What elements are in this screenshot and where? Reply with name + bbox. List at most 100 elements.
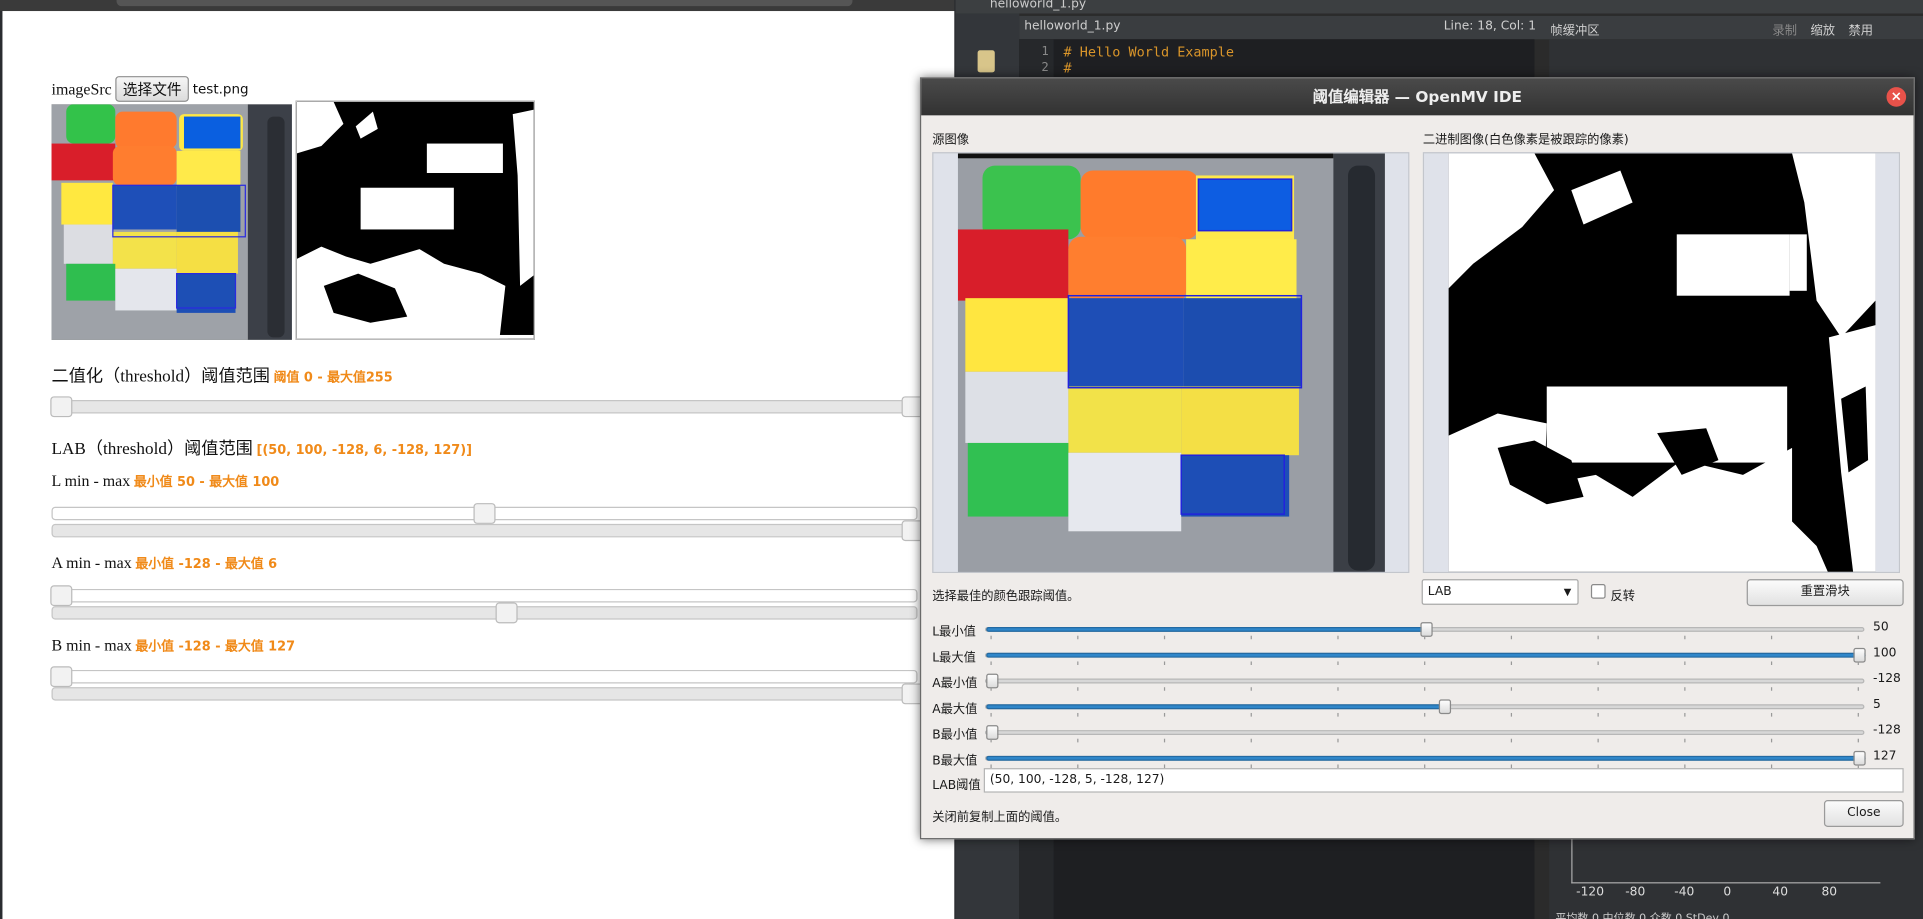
ide-editor-toolbar: helloworld_1.py Line: 18, Col: 1 帧缓冲区 录制… [1019,15,1923,40]
instruction-text: 选择最佳的颜色跟踪阈值。 [932,590,1080,604]
binary-mask-image [296,101,534,339]
reset-sliders-button[interactable]: 重置滑块 [1746,579,1904,607]
b-min-handle[interactable] [50,666,73,688]
threshold-slider-1[interactable] [984,647,1866,663]
binary-threshold-hint: 阈值 0 - 最大值255 [273,370,393,386]
ide-tab-file[interactable]: helloworld_1.py [990,0,1086,11]
slider-label-1: L最大值 [932,651,976,666]
binary-threshold-slider[interactable] [50,396,924,418]
b-min-slider[interactable] [50,666,918,688]
slider-label-4: B最小值 [932,728,978,743]
open-file-icon[interactable] [977,50,995,73]
l-min-slider[interactable] [51,503,918,524]
threshold-slider-3[interactable] [984,699,1865,715]
record-button[interactable]: 录制 [1772,20,1797,38]
slider-label-5: B最大值 [932,754,978,769]
slider-ticks-0 [990,635,1859,640]
dialog-source-image [933,153,1409,572]
histogram-tick-1: -80 [1625,885,1646,900]
slider-value-2: -128 [1873,672,1901,686]
b-range-heading: B min - max 最小值 -128 - 最大值 127 [52,636,296,656]
threshold-slider-2[interactable] [984,673,1865,689]
binary-image-panel [1422,152,1901,574]
histogram-tick-5: 80 [1821,885,1838,900]
l-range-title: L min - max [51,471,131,490]
l-min-handle[interactable] [473,503,496,524]
dialog-binary-image [1424,153,1899,572]
slider-value-4: -128 [1873,723,1901,738]
slider-fill-1 [986,652,1866,658]
source-image-preview [51,104,292,340]
lab-threshold-field[interactable]: (50, 100, -128, 5, -128, 127) [983,768,1904,793]
threshold-web-page: imageSrc 选择文件 test.png 二值化（threshold）阈值范… [2,11,955,919]
chevron-down-icon: ▼ [1563,586,1572,598]
binary-image-preview [295,100,535,340]
image-source-row: imageSrc 选择文件 test.png [52,76,249,102]
source-image-label: 源图像 [932,133,970,148]
slider-value-0: 50 [1873,620,1889,635]
lab-threshold-title: LAB（threshold）阈值范围 [51,440,253,459]
histogram-tick-2: -40 [1674,885,1695,900]
histogram-plot [1571,836,1881,884]
close-button[interactable]: Close [1823,800,1904,827]
footer-note: 关闭前复制上面的阈值。 [932,811,1068,825]
close-icon[interactable]: × [1886,87,1907,107]
binary-threshold-min-handle[interactable] [50,396,73,418]
image-src-label: imageSrc [51,79,112,98]
a-min-slider[interactable] [50,585,918,607]
slider-fill-0 [986,626,1427,632]
binary-threshold-title: 二值化（threshold）阈值范围 [51,368,270,387]
dialog-title: 阈值编辑器 — OpenMV IDE [1312,87,1523,106]
a-max-slider[interactable] [51,602,918,624]
lab-threshold-hint: [(50, 100, -128, 6, -128, 127)] [256,442,473,458]
choose-file-button[interactable]: 选择文件 [115,76,190,102]
slider-label-2: A最小值 [932,677,978,691]
browser-tab-strip [116,0,853,7]
slider-ticks-1 [990,661,1859,666]
lab-threshold-heading: LAB（threshold）阈值范围 [(50, 100, -128, 6, -1… [52,436,473,461]
slider-ticks-3 [990,712,1859,717]
binary-threshold-heading: 二值化（threshold）阈值范围 阈值 0 - 最大值255 [52,363,393,388]
code-line-1: # Hello World Example [1063,44,1235,61]
a-min-handle[interactable] [50,585,73,607]
rubiks-cube-image [51,104,292,340]
slider-value-5: 127 [1873,749,1897,764]
slider-label-0: L最小值 [932,625,976,640]
slider-value-1: 100 [1873,646,1897,661]
histogram-stats: 平均数 0 中位数 0 众数 0 StDev 0 [1555,909,1729,919]
slider-value-3: 5 [1873,698,1881,712]
ide-cursor-position: Line: 18, Col: 1 [1443,19,1537,34]
b-range-title: B min - max [51,635,132,654]
slider-ticks-4 [990,738,1859,743]
a-max-handle[interactable] [495,602,518,624]
b-range-hint: 最小值 -128 - 最大值 127 [135,639,296,654]
threshold-editor-dialog: 阈值编辑器 — OpenMV IDE × 源图像 二进制图像(白色像素是被跟踪的… [919,77,1915,840]
disable-button[interactable]: 禁用 [1848,20,1873,38]
lab-threshold-label: LAB阈值 [932,779,981,793]
color-space-select[interactable]: LAB ▼ [1421,579,1579,605]
a-range-hint: 最小值 -128 - 最大值 6 [135,557,278,572]
code-line-2: # [1063,60,1072,77]
slider-label-3: A最大值 [932,703,978,717]
threshold-slider-5[interactable] [984,750,1866,766]
dialog-titlebar[interactable]: 阈值编辑器 — OpenMV IDE × [921,78,1914,116]
code-content: # Hello World Example # [1063,44,1234,76]
a-range-title: A min - max [51,553,132,572]
histogram-axis: -120 -80 -40 0 40 80 [1576,886,1870,899]
threshold-slider-4[interactable] [984,725,1865,740]
ide-file-combo[interactable]: helloworld_1.py [1024,20,1120,33]
source-image-panel [932,152,1410,574]
a-range-heading: A min - max 最小值 -128 - 最大值 6 [52,553,278,573]
invert-checkbox[interactable] [1590,584,1606,599]
zoom-button[interactable]: 缩放 [1810,20,1835,38]
invert-label: 反转 [1610,590,1636,604]
binary-image-label: 二进制图像(白色像素是被跟踪的像素) [1422,133,1629,148]
color-space-value: LAB [1427,585,1452,599]
b-max-slider[interactable] [51,683,924,705]
histogram-tick-4: 40 [1772,885,1789,900]
browser-toolbar [0,0,955,12]
l-max-slider[interactable] [51,520,924,542]
slider-ticks-2 [990,687,1859,691]
threshold-slider-0[interactable] [984,622,1865,637]
slider-fill-3 [986,704,1445,710]
